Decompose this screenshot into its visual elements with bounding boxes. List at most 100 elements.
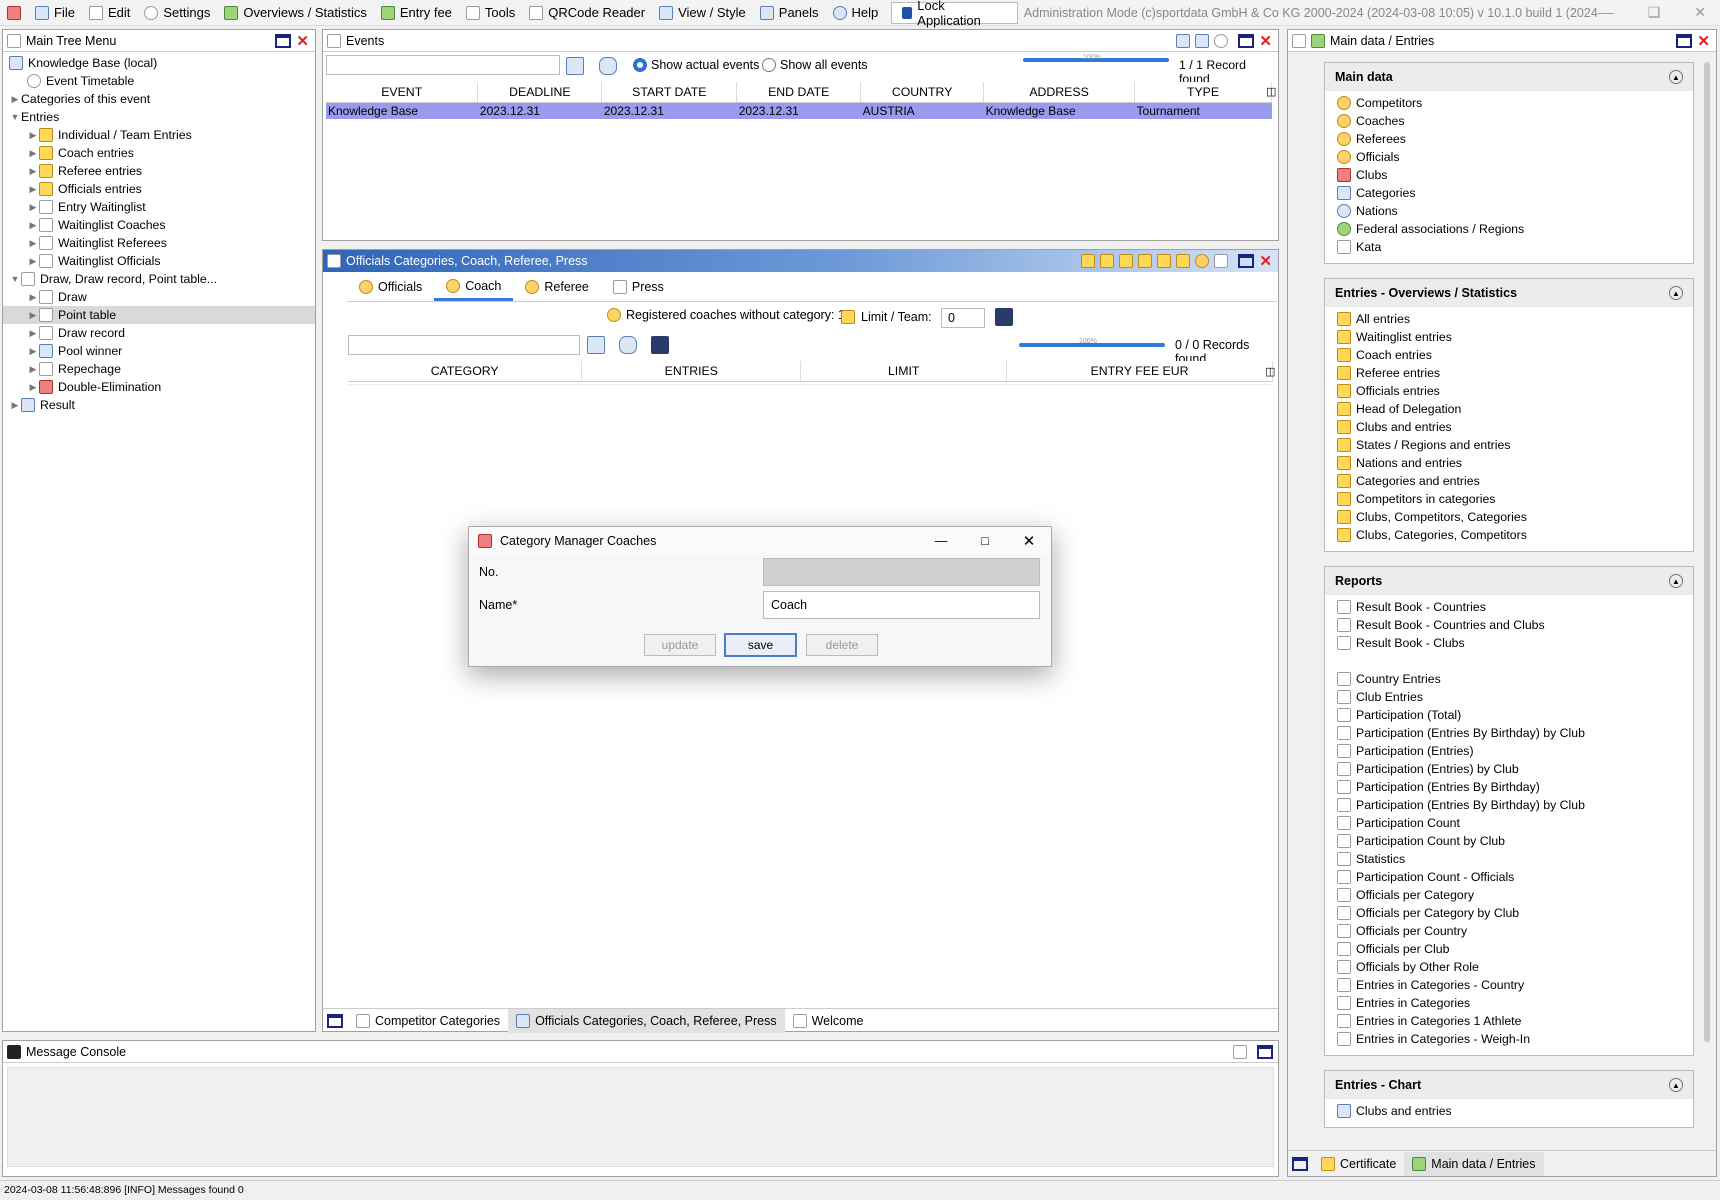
- grid-icon[interactable]: [1214, 254, 1229, 268]
- name-input[interactable]: Coach: [763, 591, 1040, 619]
- list-item[interactable]: Participation (Total): [1325, 706, 1693, 724]
- col-type[interactable]: TYPE: [1134, 82, 1272, 103]
- tree-item-draw-group[interactable]: ▼ Draw, Draw record, Point table...: [3, 270, 315, 288]
- col-category[interactable]: CATEGORY: [348, 361, 583, 382]
- officials-search-input[interactable]: [348, 335, 580, 355]
- tab-competitor-categories[interactable]: Competitor Categories: [348, 1009, 508, 1033]
- list-item[interactable]: Entries in Categories 1 Athlete: [1325, 1012, 1693, 1030]
- maximize-panel-icon[interactable]: [275, 33, 292, 48]
- close-panel-icon[interactable]: ✕: [296, 32, 309, 50]
- col-deadline[interactable]: DEADLINE: [477, 82, 603, 103]
- list-item[interactable]: Waitinglist entries: [1325, 328, 1693, 346]
- collapse-icon[interactable]: ▲: [1669, 574, 1683, 588]
- section-chart-header[interactable]: Entries - Chart ▲: [1325, 1071, 1693, 1099]
- section-overviews-header[interactable]: Entries - Overviews / Statistics ▲: [1325, 279, 1693, 307]
- save-button[interactable]: save: [724, 633, 797, 657]
- close-panel-icon[interactable]: ✕: [1697, 32, 1710, 50]
- collapse-icon[interactable]: ▲: [1669, 1078, 1683, 1092]
- tree-item-waitinglist-referees[interactable]: ▶ Waitinglist Referees: [3, 234, 315, 252]
- close-icon[interactable]: ✕: [1007, 532, 1051, 550]
- maximize-panel-icon[interactable]: [1238, 254, 1255, 268]
- tree-item-result[interactable]: ▶ Result: [3, 396, 315, 414]
- menu-edit[interactable]: Edit: [82, 0, 137, 26]
- list-item-kata[interactable]: Kata: [1325, 238, 1693, 256]
- menu-file[interactable]: File: [28, 0, 82, 26]
- expand-arrow-icon[interactable]: ▶: [9, 94, 21, 105]
- menu-entry-fee[interactable]: Entry fee: [374, 0, 459, 26]
- collapse-arrow-icon[interactable]: ▼: [9, 112, 21, 122]
- refresh-icon[interactable]: [599, 57, 617, 75]
- limit-input[interactable]: 0: [941, 308, 985, 328]
- tree-item-double-elimination[interactable]: ▶ Double-Elimination: [3, 378, 315, 396]
- tree-item-entries[interactable]: ▼ Entries: [3, 108, 315, 126]
- tab-main-data[interactable]: Main data / Entries: [1404, 1151, 1544, 1176]
- tree-item-officials-entries[interactable]: ▶ Officials entries: [3, 180, 315, 198]
- col-entry-fee[interactable]: ENTRY FEE EUR: [1006, 361, 1273, 382]
- menu-tools[interactable]: Tools: [459, 0, 522, 26]
- expand-arrow-icon[interactable]: ▶: [27, 346, 39, 357]
- toolbar-icon-3[interactable]: [1119, 254, 1134, 268]
- scrollbar-thumb[interactable]: [1704, 62, 1710, 1042]
- menu-panels[interactable]: Panels: [753, 0, 826, 26]
- list-item[interactable]: Entries in Categories - Weigh-In: [1325, 1030, 1693, 1048]
- tree-item-knowledge-base[interactable]: Knowledge Base (local): [3, 54, 315, 72]
- close-panel-icon[interactable]: ✕: [1259, 252, 1272, 270]
- list-item[interactable]: Nations and entries: [1325, 454, 1693, 472]
- expand-arrow-icon[interactable]: ▶: [27, 292, 39, 303]
- col-country[interactable]: COUNTRY: [860, 82, 985, 103]
- list-item[interactable]: Officials per Club: [1325, 940, 1693, 958]
- list-item-clubs-and-entries-chart[interactable]: Clubs and entries: [1325, 1102, 1693, 1120]
- tree-item-draw[interactable]: ▶ Draw: [3, 288, 315, 306]
- app-logo[interactable]: [0, 0, 28, 26]
- list-item[interactable]: Clubs, Categories, Competitors: [1325, 526, 1693, 544]
- list-item[interactable]: Participation Count - Officials: [1325, 868, 1693, 886]
- list-item[interactable]: Coach entries: [1325, 346, 1693, 364]
- update-button[interactable]: update: [644, 634, 716, 656]
- maximize-panel-icon[interactable]: [1257, 1044, 1273, 1059]
- list-item[interactable]: Participation (Entries): [1325, 742, 1693, 760]
- list-item[interactable]: Result Book - Countries: [1325, 598, 1693, 616]
- expand-arrow-icon[interactable]: ▶: [27, 328, 39, 339]
- list-item[interactable]: Officials per Category: [1325, 886, 1693, 904]
- list-item[interactable]: Categories and entries: [1325, 472, 1693, 490]
- calendar-icon[interactable]: [1176, 33, 1191, 48]
- list-item[interactable]: Entries in Categories - Country: [1325, 976, 1693, 994]
- tree-item-categories[interactable]: ▶ Categories of this event: [3, 90, 315, 108]
- toolbar-icon-5[interactable]: [1157, 254, 1172, 268]
- maximize-icon[interactable]: □: [963, 534, 1007, 548]
- list-item-federal-associations[interactable]: Federal associations / Regions: [1325, 220, 1693, 238]
- list-item[interactable]: Participation (Entries By Birthday) by C…: [1325, 724, 1693, 742]
- list-item[interactable]: Officials per Category by Club: [1325, 904, 1693, 922]
- list-item[interactable]: Head of Delegation: [1325, 400, 1693, 418]
- maximize-icon[interactable]: ❑: [1648, 4, 1661, 21]
- list-item[interactable]: Clubs and entries: [1325, 418, 1693, 436]
- expand-arrow-icon[interactable]: ▶: [27, 382, 39, 393]
- radio-show-actual[interactable]: Show actual events: [633, 58, 759, 72]
- trash-icon[interactable]: [1233, 1044, 1247, 1059]
- list-item[interactable]: States / Regions and entries: [1325, 436, 1693, 454]
- tree-item-event-timetable[interactable]: Event Timetable: [3, 72, 315, 90]
- tab-referee[interactable]: Referee: [513, 273, 600, 301]
- close-icon[interactable]: ✕: [1694, 4, 1706, 21]
- maximize-panel-icon[interactable]: [1676, 33, 1693, 48]
- expand-arrow-icon[interactable]: ▶: [27, 184, 39, 195]
- list-item[interactable]: Participation (Entries) by Club: [1325, 760, 1693, 778]
- expand-arrow-icon[interactable]: ▶: [27, 220, 39, 231]
- menu-overviews[interactable]: Overviews / Statistics: [217, 0, 374, 26]
- maximize-panel-icon[interactable]: [1238, 33, 1255, 48]
- expand-arrow-icon[interactable]: ▶: [27, 238, 39, 249]
- column-chooser-icon[interactable]: ◫: [1266, 85, 1276, 98]
- tree-item-entry-waitinglist[interactable]: ▶ Entry Waitinglist: [3, 198, 315, 216]
- minimize-icon[interactable]: —: [1600, 4, 1614, 21]
- list-item-nations[interactable]: Nations: [1325, 202, 1693, 220]
- list-item[interactable]: Participation Count by Club: [1325, 832, 1693, 850]
- column-chooser-icon[interactable]: ◫: [1265, 365, 1275, 378]
- tab-certificate[interactable]: Certificate: [1313, 1152, 1404, 1176]
- expand-arrow-icon[interactable]: ▶: [27, 202, 39, 213]
- restore-panel-icon[interactable]: [1292, 1156, 1308, 1171]
- toolbar-icon-2[interactable]: [1100, 254, 1115, 268]
- list-item[interactable]: Referee entries: [1325, 364, 1693, 382]
- expand-arrow-icon[interactable]: ▶: [27, 256, 39, 267]
- menu-view[interactable]: View / Style: [652, 0, 753, 26]
- collapse-icon[interactable]: ▲: [1669, 70, 1683, 84]
